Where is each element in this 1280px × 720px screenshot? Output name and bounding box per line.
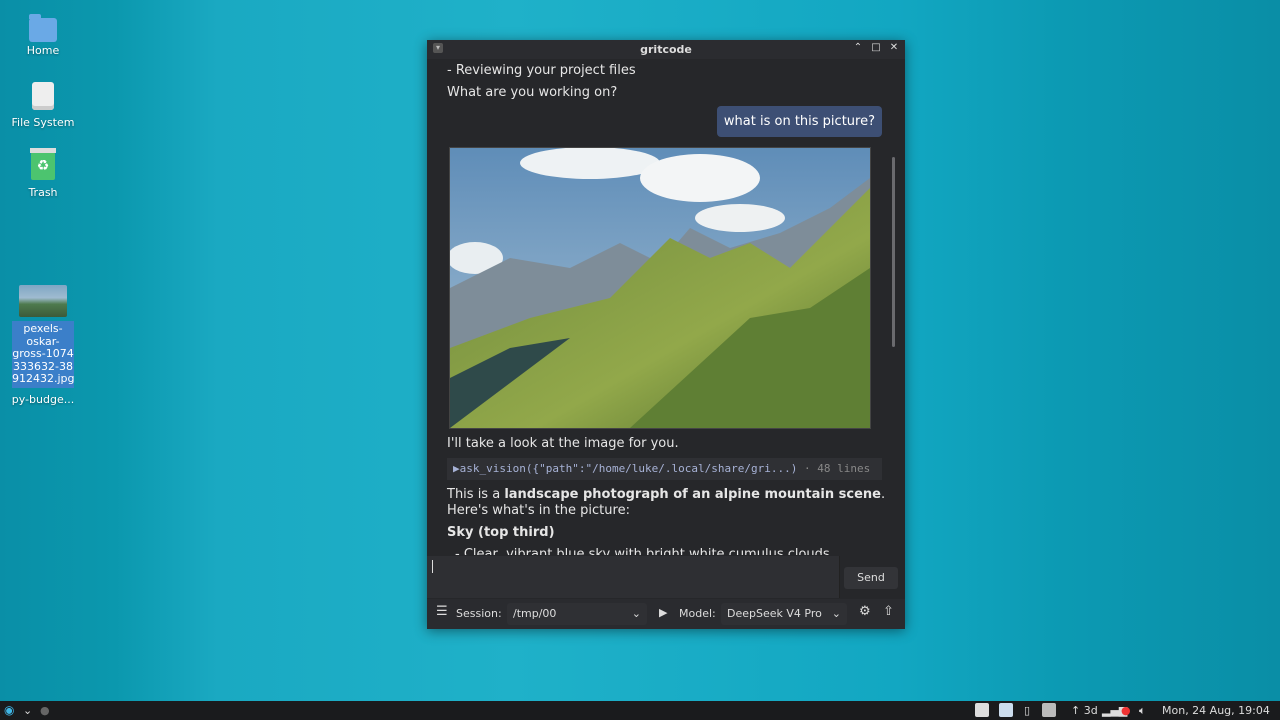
desktop-icon-label: Home (26, 44, 60, 57)
chevron-down-icon: ⌄ (631, 607, 641, 620)
home-folder-icon (29, 14, 57, 42)
chat-text: - Reviewing your project files (447, 63, 636, 78)
chevron-down-icon[interactable]: ⌄ (23, 704, 32, 717)
gear-icon[interactable]: ⚙ (859, 604, 871, 619)
upload-icon[interactable]: ⇧ (883, 604, 894, 619)
desktop-folder-py-budget[interactable]: py-budge... (3, 393, 83, 406)
desktop-icon-file-system[interactable]: File System (3, 82, 83, 129)
drive-icon (32, 82, 54, 110)
play-icon[interactable]: ▶ (659, 606, 667, 619)
close-icon[interactable]: ✕ (889, 42, 899, 53)
desktop-file-label: pexels- oskar- gross-1074 333632-38 9124… (12, 321, 75, 388)
model-label: Model: (679, 607, 716, 620)
tray-phone-icon[interactable]: ▯ (1024, 704, 1030, 717)
message-input[interactable] (427, 556, 840, 598)
model-value: DeepSeek V4 Pro (727, 607, 822, 620)
window-titlebar[interactable]: ▾ gritcode ⌃ □ ✕ (427, 40, 905, 59)
chat-scrollbar[interactable] (892, 157, 895, 347)
answer-bold: landscape photograph of an alpine mounta… (504, 487, 881, 502)
maximize-icon[interactable]: □ (871, 42, 881, 53)
model-select[interactable]: DeepSeek V4 Pro ⌄ (721, 603, 847, 625)
gritcode-window: ▾ gritcode ⌃ □ ✕ - Reviewing your projec… (427, 40, 905, 629)
desktop-icon-label: py-budge... (11, 393, 75, 406)
desktop-file-label-line: 912432.jpg (12, 372, 75, 385)
desktop-icon-label: File System (11, 116, 75, 129)
attached-image (449, 147, 871, 429)
trash-icon: ♻ (30, 148, 56, 180)
assistant-text: I'll take a look at the image for you. (447, 436, 679, 451)
tool-call-text: ▶ask_vision({"path":"/home/luke/.local/s… (453, 462, 798, 475)
clock[interactable]: Mon, 24 Aug, 19:04 (1162, 704, 1270, 717)
chat-transcript[interactable]: - Reviewing your project files What are … (427, 59, 899, 555)
section-heading: Sky (top third) (447, 525, 555, 540)
bottom-toolbar: ☰ Session: /tmp/00 ⌄ ▶ Model: DeepSeek V… (427, 599, 905, 629)
assistant-text: This is a landscape photograph of an alp… (447, 487, 885, 502)
session-select[interactable]: /tmp/00 ⌄ (507, 603, 647, 625)
app-menu-icon[interactable]: ◉ (4, 703, 14, 717)
tool-call-meta: · 48 lines (804, 462, 871, 475)
send-button[interactable]: Send (844, 567, 898, 589)
desktop-icon-label: Trash (28, 186, 58, 199)
tray-display-icon[interactable] (1042, 703, 1056, 717)
tray-note-icon[interactable] (999, 703, 1013, 717)
desktop-file-image[interactable]: pexels- oskar- gross-1074 333632-38 9124… (3, 285, 83, 388)
workspace-icon[interactable]: ● (40, 704, 50, 717)
record-icon[interactable]: ● (1121, 704, 1131, 717)
hamburger-menu-icon[interactable]: ☰ (436, 604, 448, 619)
session-value: /tmp/00 (513, 607, 557, 620)
volume-icon[interactable]: 🔈︎ (1139, 704, 1146, 718)
bullet-text: - Clear, vibrant blue sky with bright wh… (455, 547, 830, 555)
session-label: Session: (456, 607, 502, 620)
minimize-icon[interactable]: ⌃ (853, 42, 863, 53)
window-title: gritcode (640, 43, 692, 56)
desktop-icon-home[interactable]: Home (3, 14, 83, 57)
taskbar: ◉ ⌄ ● ▯ ↑ 3d ▂▄▆ ● 🔈︎ Mon, 24 Aug, 19:04 (0, 701, 1280, 720)
tray-document-icon[interactable] (975, 703, 989, 717)
network-speed: ↑ 3d (1071, 704, 1098, 717)
tool-call-row[interactable]: ▶ask_vision({"path":"/home/luke/.local/s… (447, 458, 882, 480)
answer-suffix: . (881, 487, 886, 502)
image-thumbnail-icon (19, 285, 67, 317)
user-message-bubble: what is on this picture? (716, 106, 882, 137)
assistant-text: Here's what's in the picture: (447, 503, 630, 518)
chat-text: What are you working on? (447, 85, 618, 100)
text-caret (432, 560, 433, 573)
desktop-file-label-line: pexels- (23, 322, 63, 335)
desktop-file-label-line: gross-1074 (12, 347, 74, 360)
answer-prefix: This is a (447, 487, 505, 502)
chevron-down-icon: ⌄ (831, 607, 841, 620)
desktop-icon-trash[interactable]: ♻ Trash (3, 148, 83, 199)
